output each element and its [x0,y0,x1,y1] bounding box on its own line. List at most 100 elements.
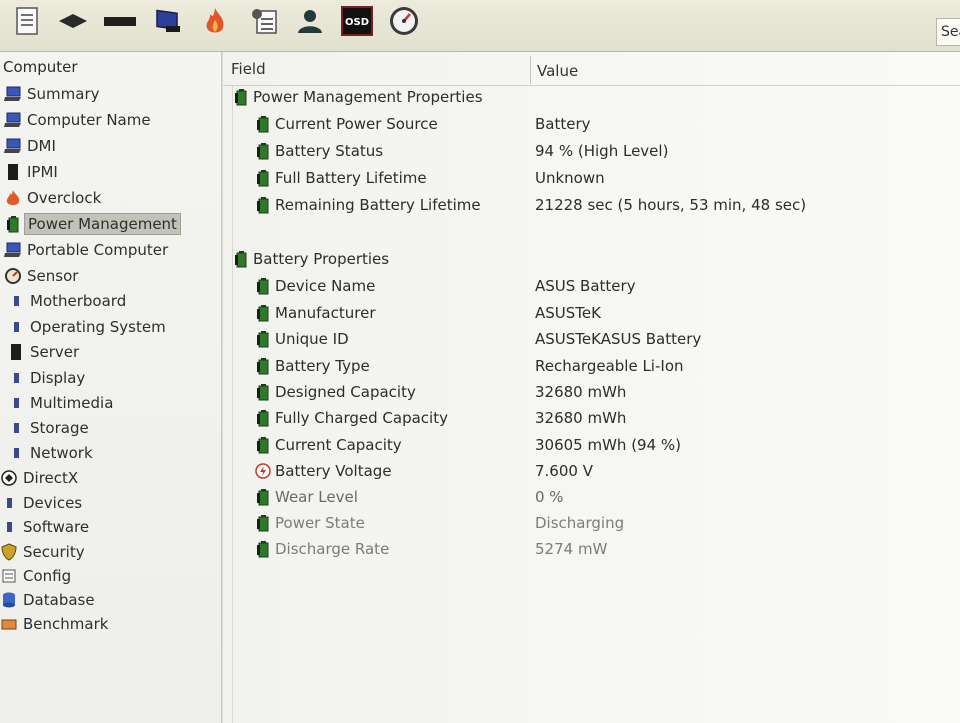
tree-item-power-management[interactable]: Power Management [4,213,181,235]
tree-item-dmi[interactable]: DMI [4,135,56,157]
property-field: Remaining Battery Lifetime [275,196,481,214]
tree-item-label: Computer Name [27,111,151,129]
svg-text:OSD: OSD [345,17,369,28]
property-value: Unknown [535,169,605,187]
computer-icon [4,137,22,155]
tree-item-network[interactable]: Network [7,442,93,464]
tree-item-label: Motherboard [30,292,127,310]
tree-root-computer[interactable]: Computer [3,58,78,76]
tree-item-operating-system[interactable]: Operating System [7,316,166,338]
property-row[interactable]: Current Power Source [255,113,438,135]
column-header-value[interactable]: Value [537,62,578,80]
tree-item-label: Storage [30,419,89,437]
tree-item-storage[interactable]: Storage [7,417,89,439]
tree-item-motherboard[interactable]: Motherboard [7,290,126,312]
config-icon [0,567,18,585]
property-row[interactable]: Power State [255,512,365,534]
battery-icon [233,250,249,268]
directx-icon [0,469,18,487]
tree-item-database[interactable]: Database [0,589,95,611]
shield-icon [0,543,18,561]
tree-item-sensor[interactable]: Sensor [4,265,78,287]
battery-icon [255,304,271,322]
property-row[interactable]: Device Name [255,275,375,297]
property-field: Fully Charged Capacity [275,409,448,427]
tree-item-label: Summary [27,85,100,103]
tree-item-overclock[interactable]: Overclock [4,187,101,209]
property-value: Discharging [535,514,625,532]
tree-item-server[interactable]: Server [7,341,79,363]
tree-item-software[interactable]: Software [0,516,89,538]
property-row[interactable]: Battery Status [255,140,383,162]
speedometer-icon[interactable] [387,4,421,38]
battery-icon [255,115,271,133]
voltage-icon [255,462,271,480]
tree-item-multimedia[interactable]: Multimedia [7,392,113,414]
property-row[interactable]: Discharge Rate [255,538,389,560]
memory-icon[interactable] [103,4,137,38]
tree-item-benchmark[interactable]: Benchmark [0,613,108,635]
user-icon[interactable] [293,4,327,38]
search-button[interactable]: Search [936,18,960,46]
os-icon [7,318,25,336]
property-row[interactable]: Full Battery Lifetime [255,167,427,189]
property-field: Manufacturer [275,304,376,322]
multimedia-icon [7,394,25,412]
property-field: Battery Voltage [275,462,392,480]
property-value: 32680 mWh [535,383,627,401]
tree-item-label: Benchmark [23,615,109,633]
tree-item-ipmi[interactable]: IPMI [4,161,58,183]
property-row[interactable]: Designed Capacity [255,381,416,403]
tree-item-portable-computer[interactable]: Portable Computer [4,239,168,261]
property-row[interactable]: Unique ID [255,328,349,350]
property-row[interactable]: Wear Level [255,486,358,508]
section-title: Power Management Properties [253,88,483,106]
tree-item-label: Config [23,567,72,585]
property-value: 7.600 V [535,462,593,480]
property-row[interactable]: Manufacturer [255,302,376,324]
overclock-icon[interactable] [198,4,232,38]
property-field: Power State [275,514,365,532]
column-header-field[interactable]: Field [231,60,266,78]
tree-item-display[interactable]: Display [7,367,85,389]
tree-item-summary[interactable]: Summary [4,83,100,105]
property-row[interactable]: Current Capacity [255,434,402,456]
property-value: 21228 sec (5 hours, 53 min, 48 sec) [535,196,807,214]
property-field: Designed Capacity [275,383,416,401]
property-row[interactable]: Battery Voltage [255,460,392,482]
property-field: Discharge Rate [275,540,390,558]
property-value: 94 % (High Level) [535,142,669,160]
tree-item-config[interactable]: Config [0,565,71,587]
tree-item-directx[interactable]: DirectX [0,467,78,489]
tree-item-security[interactable]: Security [0,541,85,563]
tree-item-computer-name[interactable]: Computer Name [4,109,151,131]
battery-icon [255,383,271,401]
server-icon [4,163,22,181]
checklist-icon[interactable] [247,4,281,38]
network-icon [7,444,25,462]
property-field: Battery Type [275,357,370,375]
section-header[interactable]: Battery Properties [233,248,389,270]
battery-icon [233,88,249,106]
section-header[interactable]: Power Management Properties [233,86,483,108]
property-row[interactable]: Fully Charged Capacity [255,407,448,429]
property-row[interactable]: Battery Type [255,355,370,377]
tree-item-label: Server [30,343,80,361]
tree-item-label: Multimedia [30,394,114,412]
tree-item-devices[interactable]: Devices [0,492,82,514]
battery-icon [255,196,271,214]
report-icon[interactable] [10,4,44,38]
property-field: Unique ID [275,330,349,348]
motherboard-icon[interactable] [56,4,90,38]
computer-icon[interactable] [152,4,186,38]
property-row[interactable]: Remaining Battery Lifetime [255,194,481,216]
property-value: ASUS Battery [535,277,636,295]
osd-icon[interactable]: OSD [340,4,374,38]
tree-item-label: Network [30,444,93,462]
navigation-tree: Computer Summary Computer Name DMI IPMI Over… [0,52,222,723]
storage-icon [7,419,25,437]
fire-icon [4,189,22,207]
battery-icon [255,409,271,427]
column-separator[interactable] [530,56,531,84]
property-value: Battery [535,115,591,133]
